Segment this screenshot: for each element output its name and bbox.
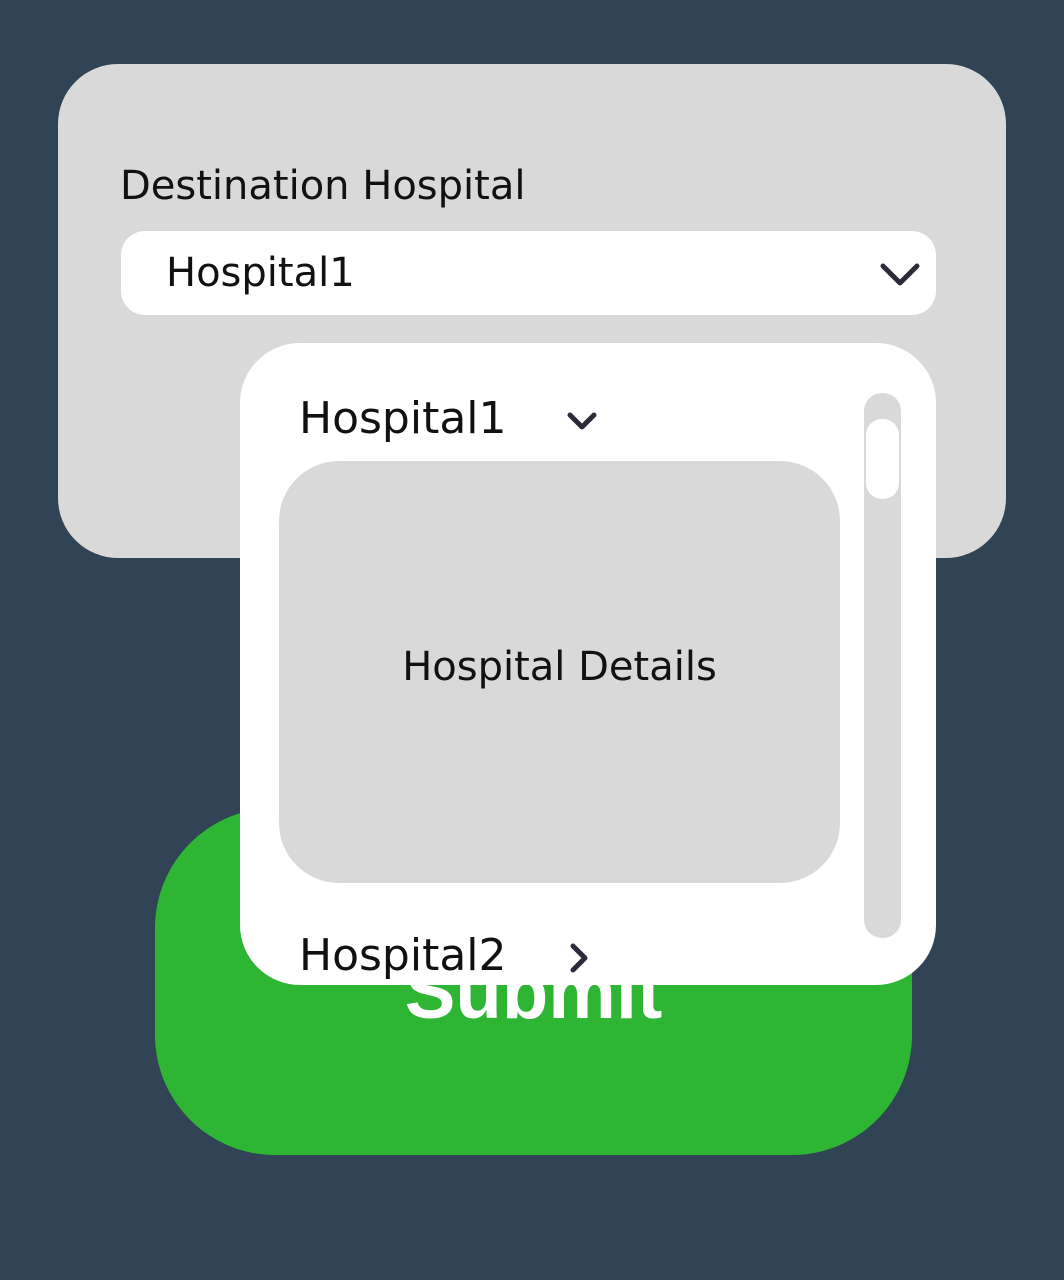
select-value: Hospital1 (166, 250, 355, 296)
destination-hospital-label: Destination Hospital (120, 163, 526, 209)
hospital-details-text: Hospital Details (402, 644, 717, 690)
chevron-down-icon (567, 412, 597, 430)
option-label: Hospital2 (299, 930, 507, 981)
dropdown-option-hospital1[interactable]: Hospital1 (299, 391, 599, 447)
chevron-down-icon (880, 263, 920, 286)
dropdown-option-hospital2[interactable]: Hospital2 (299, 928, 593, 984)
destination-hospital-select[interactable]: Hospital1 (121, 231, 936, 315)
hospital-dropdown-panel: Hospital1 Hospital Details Hospital2 (240, 343, 936, 985)
option-label: Hospital1 (299, 393, 507, 444)
chevron-right-icon (570, 943, 588, 973)
dropdown-scrollbar[interactable] (864, 393, 901, 938)
scrollbar-thumb[interactable] (866, 419, 899, 499)
hospital-details-card: Hospital Details (279, 461, 840, 883)
